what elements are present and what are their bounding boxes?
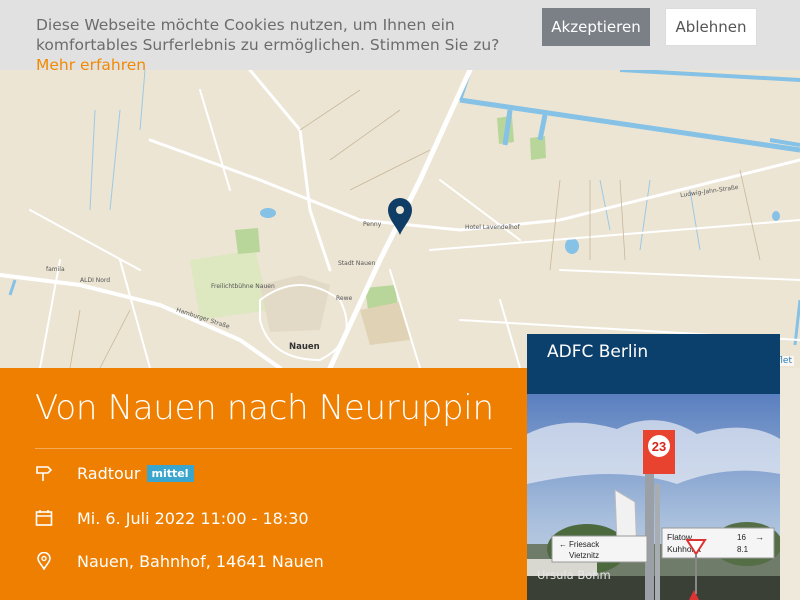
event-panel: Von Nauen nach Neuruppin Radtour mittel … xyxy=(0,368,528,600)
photo-credit: Ursula Bohm xyxy=(537,568,611,582)
sign-right-km-bottom: 8.1 xyxy=(737,545,749,554)
svg-text:←: ← xyxy=(559,540,567,549)
map-label-famila: famila xyxy=(46,266,65,273)
organizer-card[interactable]: ADFC Berlin 23 ← Friesack Vietznitz Flat… xyxy=(527,334,780,600)
cookie-message: Diese Webseite möchte Cookies nutzen, um… xyxy=(36,15,526,75)
location-pin-icon xyxy=(35,552,53,570)
accept-cookies-button[interactable]: Akzeptieren xyxy=(542,8,650,46)
map-label-freilicht: Freilichtbühne Nauen xyxy=(211,283,275,290)
cookie-more-link[interactable]: Mehr erfahren xyxy=(36,56,146,74)
svg-text:→: → xyxy=(755,532,764,542)
divider xyxy=(35,448,512,449)
route-number: 23 xyxy=(652,439,666,454)
event-type: Radtour xyxy=(77,463,141,483)
map[interactable]: Nauen Stadt Nauen Freilichtbühne Nauen A… xyxy=(0,70,800,368)
map-canvas xyxy=(0,70,800,368)
event-location-row: Nauen, Bahnhof, 14641 Nauen xyxy=(35,549,324,573)
sign-left-bottom: Vietznitz xyxy=(569,551,599,560)
map-label-hotel: Hotel Lavendelhof xyxy=(465,224,520,231)
map-label-stadt-nauen: Stadt Nauen xyxy=(338,260,376,267)
map-label-nauen: Nauen xyxy=(289,342,320,352)
green-area xyxy=(235,228,260,254)
sign-right-km-top: 16 xyxy=(737,533,746,542)
cookie-banner: Diese Webseite möchte Cookies nutzen, um… xyxy=(0,0,800,74)
organizer-photo: 23 ← Friesack Vietznitz Flatow Kuhhorst … xyxy=(527,394,780,600)
organizer-name[interactable]: ADFC Berlin xyxy=(547,342,648,362)
signpost-icon xyxy=(35,464,53,482)
event-title: Von Nauen nach Neuruppin xyxy=(35,388,494,428)
event-type-row: Radtour mittel xyxy=(35,461,194,485)
map-label-aldi: ALDI Nord xyxy=(80,277,111,284)
map-label-rewe: Rewe xyxy=(336,295,353,302)
cookie-text: Diese Webseite möchte Cookies nutzen, um… xyxy=(36,16,500,54)
sign-left-top: Friesack xyxy=(569,540,600,549)
event-date-row: Mi. 6. Juli 2022 11:00 - 18:30 xyxy=(35,506,309,530)
event-datetime: Mi. 6. Juli 2022 11:00 - 18:30 xyxy=(77,508,309,528)
event-location: Nauen, Bahnhof, 14641 Nauen xyxy=(77,551,324,571)
map-label-penny: Penny xyxy=(363,221,382,228)
decline-cookies-button[interactable]: Ablehnen xyxy=(665,8,757,46)
calendar-icon xyxy=(35,509,53,527)
difficulty-badge: mittel xyxy=(146,464,194,482)
